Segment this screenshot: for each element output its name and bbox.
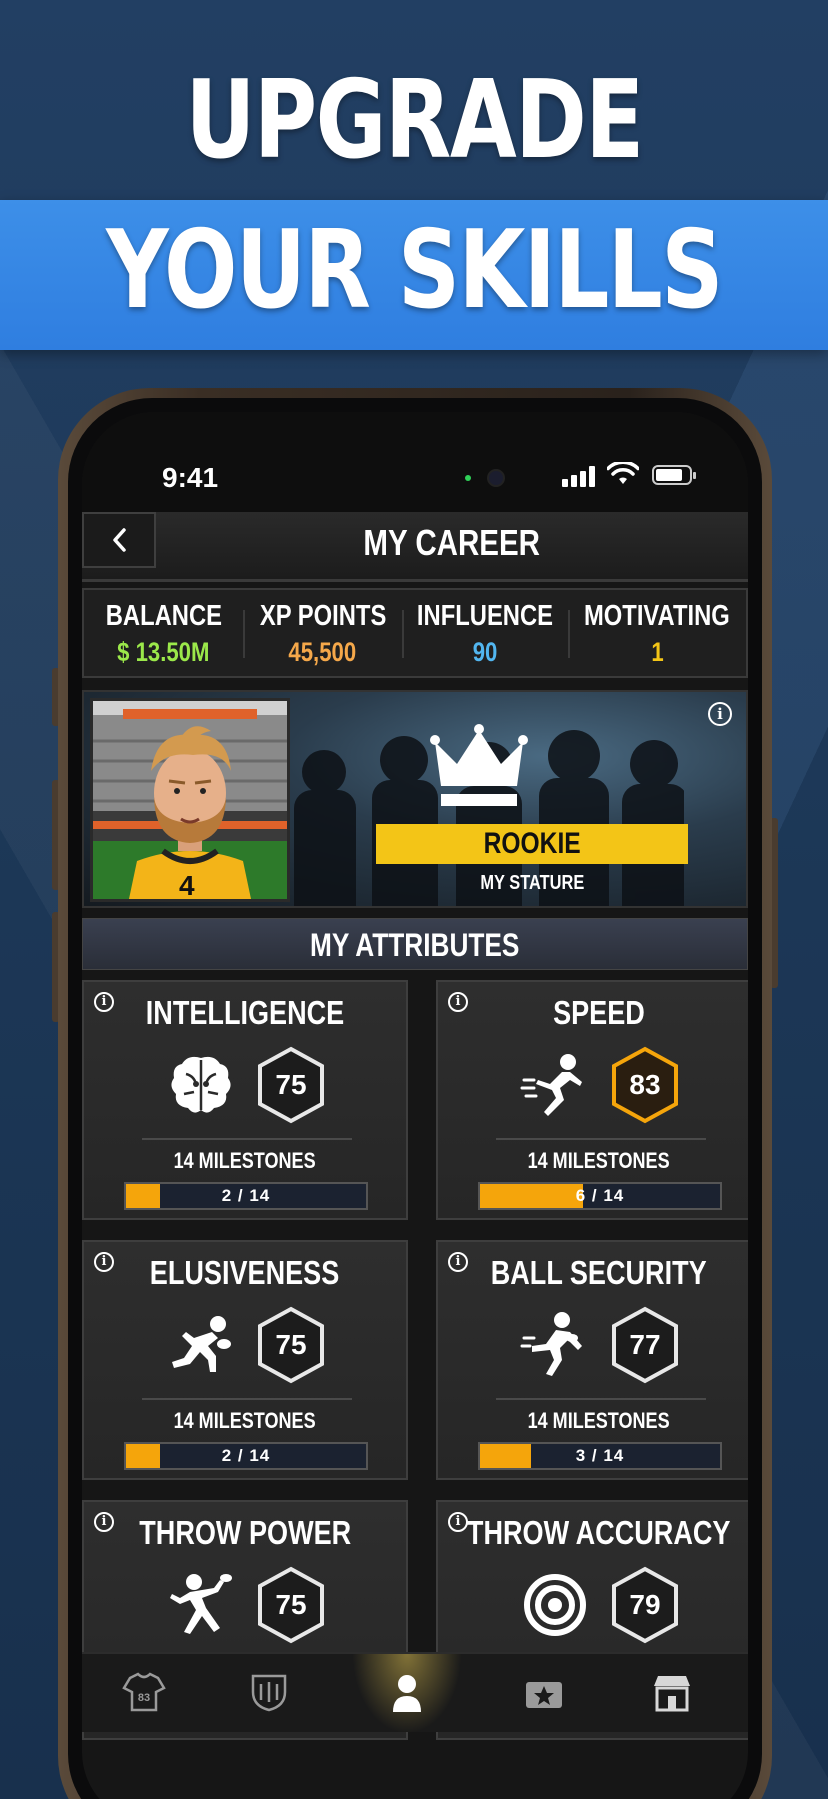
battery-icon (652, 465, 696, 485)
attribute-card-ball-security[interactable]: i BALL SECURITY 77 14 MILESTONES 3 / 14 (436, 1240, 748, 1480)
milestone-progress-bar: 3 / 14 (478, 1442, 722, 1470)
info-icon[interactable]: i (708, 702, 732, 726)
attribute-name: ELUSIVENESS (150, 1254, 340, 1291)
sprinting-player-icon (520, 1054, 582, 1116)
career-stats-bar: BALANCE $ 13.50M XP POINTS 45,500 INFLUENCE 9… (82, 588, 748, 678)
progress-text: 3 / 14 (575, 1446, 625, 1465)
chevron-left-icon (113, 528, 126, 552)
status-time: 9:41 (162, 462, 219, 493)
attribute-name: INTELLIGENCE (145, 994, 345, 1031)
milestones-label: 14 MILESTONES (173, 1148, 317, 1173)
wifi-icon (607, 462, 639, 484)
jersey-number: 83 (138, 1692, 150, 1704)
bottom-tab-bar: 83 (82, 1652, 748, 1734)
brain-icon (171, 1056, 231, 1113)
throwing-player-icon (170, 1574, 232, 1634)
ball-carrier-icon (520, 1312, 582, 1376)
attribute-rating: 75 (275, 1329, 307, 1360)
attribute-rating: 75 (275, 1589, 307, 1620)
league-shield-icon (251, 1674, 287, 1712)
stat-balance: BALANCE $ 13.50M (84, 590, 243, 676)
attribute-rating: 83 (629, 1069, 661, 1100)
rank-caption: MY STATURE (480, 872, 584, 894)
crown-icon (430, 724, 528, 806)
divider (496, 1138, 706, 1140)
diving-player-icon (172, 1316, 231, 1372)
attribute-card-speed[interactable]: i SPEED 83 14 MILESTONES 6 / 14 (436, 980, 748, 1220)
progress-text: 2 / 14 (221, 1446, 271, 1465)
attribute-rating: 77 (629, 1329, 661, 1360)
phone-frame: 9:41 MY CAREER BALANCE $ 13.50M XP POINT… (58, 388, 772, 1799)
player-avatar[interactable]: 4 (90, 698, 290, 902)
stat-motivating: MOTIVATING 1 (568, 590, 746, 676)
top-bar: MY CAREER (82, 512, 748, 582)
front-camera-icon (487, 469, 505, 487)
stat-value: 1 (650, 637, 664, 667)
stat-label: MOTIVATING (584, 600, 731, 632)
status-bar: 9:41 (82, 412, 748, 512)
tab-profile[interactable] (385, 1672, 429, 1712)
profile-banner: 4 i ROOKIE MY STATURE (82, 690, 748, 908)
rank-badge: ROOKIE (376, 824, 688, 864)
attribute-rating: 79 (629, 1589, 661, 1620)
tab-league[interactable] (247, 1672, 291, 1712)
attribute-name: BALL SECURITY (491, 1254, 707, 1291)
attribute-name: THROW POWER (139, 1514, 351, 1551)
progress-text: 6 / 14 (575, 1186, 625, 1205)
stat-value: 45,500 (288, 637, 357, 667)
divider (142, 1398, 352, 1400)
tab-store[interactable] (650, 1672, 694, 1712)
milestone-progress-bar: 2 / 14 (124, 1182, 368, 1210)
divider (496, 1398, 706, 1400)
milestones-label: 14 MILESTONES (173, 1408, 317, 1433)
stat-influence: INFLUENCE 90 (402, 590, 568, 676)
tab-rewards[interactable] (522, 1672, 566, 1712)
back-button[interactable] (82, 512, 156, 568)
promo-headline-line1: UPGRADE (185, 58, 644, 183)
star-ticket-icon (526, 1682, 562, 1708)
cellular-signal-icon (562, 465, 595, 487)
stat-label: BALANCE (105, 600, 222, 632)
stat-label: XP POINTS (259, 600, 386, 632)
attribute-card-intelligence[interactable]: i INTELLIGENCE 75 14 MILESTONES 2 / 14 (82, 980, 408, 1220)
svg-text:4: 4 (179, 870, 195, 899)
stat-xp-points: XP POINTS 45,500 (243, 590, 402, 676)
promo-headline-line2: YOUR SKILLS (106, 208, 723, 333)
progress-text: 2 / 14 (221, 1186, 271, 1205)
milestones-label: 14 MILESTONES (527, 1408, 671, 1433)
attribute-name: THROW ACCURACY (467, 1514, 731, 1551)
jersey-icon: 83 (122, 1672, 166, 1712)
player-avatar-image: 4 (93, 701, 287, 899)
profile-icon (393, 1675, 421, 1712)
tab-jersey[interactable]: 83 (122, 1672, 166, 1712)
milestone-progress-bar: 2 / 14 (124, 1442, 368, 1470)
target-icon (524, 1574, 586, 1636)
stat-value: 90 (472, 637, 498, 667)
app-screen: 9:41 MY CAREER BALANCE $ 13.50M XP POINT… (82, 412, 748, 1799)
attributes-section-header: MY ATTRIBUTES (82, 918, 748, 970)
page-title: MY CAREER (363, 522, 541, 563)
divider (142, 1138, 352, 1140)
store-icon (654, 1676, 690, 1712)
milestone-progress-bar: 6 / 14 (478, 1182, 722, 1210)
milestones-label: 14 MILESTONES (527, 1148, 671, 1173)
attribute-card-elusiveness[interactable]: i ELUSIVENESS 75 14 MILESTONES 2 / 14 (82, 1240, 408, 1480)
stat-value: $ 13.50M (117, 637, 210, 667)
attribute-rating: 75 (275, 1069, 307, 1100)
stat-label: INFLUENCE (417, 600, 554, 632)
attribute-name: SPEED (553, 994, 645, 1031)
privacy-indicator-icon (465, 475, 471, 481)
